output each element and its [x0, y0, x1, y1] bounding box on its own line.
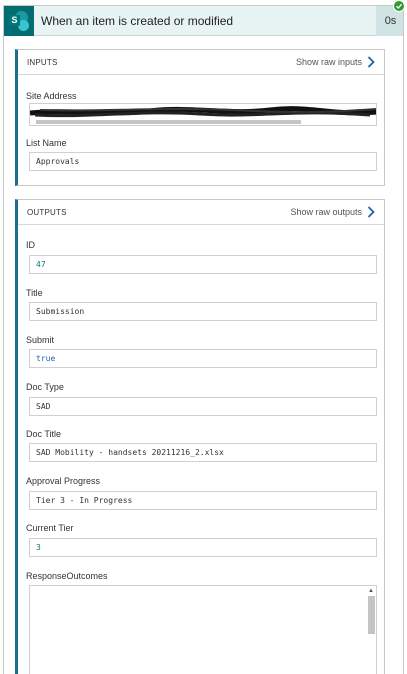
- outputs-title: OUTPUTS: [27, 208, 67, 217]
- id-field[interactable]: 47: [29, 255, 377, 274]
- current-tier-field[interactable]: 3: [29, 538, 377, 557]
- list-name-field[interactable]: Approvals: [29, 152, 377, 171]
- submit-label: Submit: [26, 335, 55, 345]
- success-check-icon: [393, 0, 405, 12]
- title-field[interactable]: Submission: [29, 302, 377, 321]
- chevron-right-icon[interactable]: [367, 206, 375, 218]
- approval-progress-label: Approval Progress: [26, 476, 101, 486]
- response-outcomes-field[interactable]: ▲: [29, 585, 377, 674]
- doc-title-label: Doc Title: [26, 429, 62, 439]
- site-address-field[interactable]: [29, 103, 377, 126]
- horizontal-scrollbar[interactable]: [36, 120, 301, 124]
- sharepoint-icon: S: [4, 6, 34, 36]
- response-outcomes-label: ResponseOutcomes: [26, 571, 108, 581]
- approval-progress-field[interactable]: Tier 3 - In Progress: [29, 491, 377, 510]
- list-name-label: List Name: [26, 138, 67, 148]
- doc-type-field[interactable]: SAD: [29, 397, 377, 416]
- outputs-header: OUTPUTS Show raw outputs: [18, 200, 384, 225]
- submit-field[interactable]: true: [29, 349, 377, 368]
- doc-type-label: Doc Type: [26, 382, 64, 392]
- doc-title-field[interactable]: SAD Mobility - handsets 20211216_2.xlsx: [29, 443, 377, 462]
- chevron-right-icon[interactable]: [367, 56, 375, 68]
- show-raw-inputs-link[interactable]: Show raw inputs: [296, 57, 362, 67]
- id-label: ID: [26, 240, 35, 250]
- title-label: Title: [26, 288, 43, 298]
- inputs-header: INPUTS Show raw inputs: [18, 50, 384, 75]
- inputs-title: INPUTS: [27, 58, 58, 67]
- current-tier-label: Current Tier: [26, 523, 74, 533]
- trigger-header[interactable]: S When an item is created or modified 0s: [4, 6, 403, 36]
- site-address-label: Site Address: [26, 91, 77, 101]
- scroll-up-icon[interactable]: ▲: [368, 588, 374, 594]
- vertical-scrollbar[interactable]: [368, 596, 375, 634]
- show-raw-outputs-link[interactable]: Show raw outputs: [290, 207, 362, 217]
- trigger-title: When an item is created or modified: [41, 14, 234, 28]
